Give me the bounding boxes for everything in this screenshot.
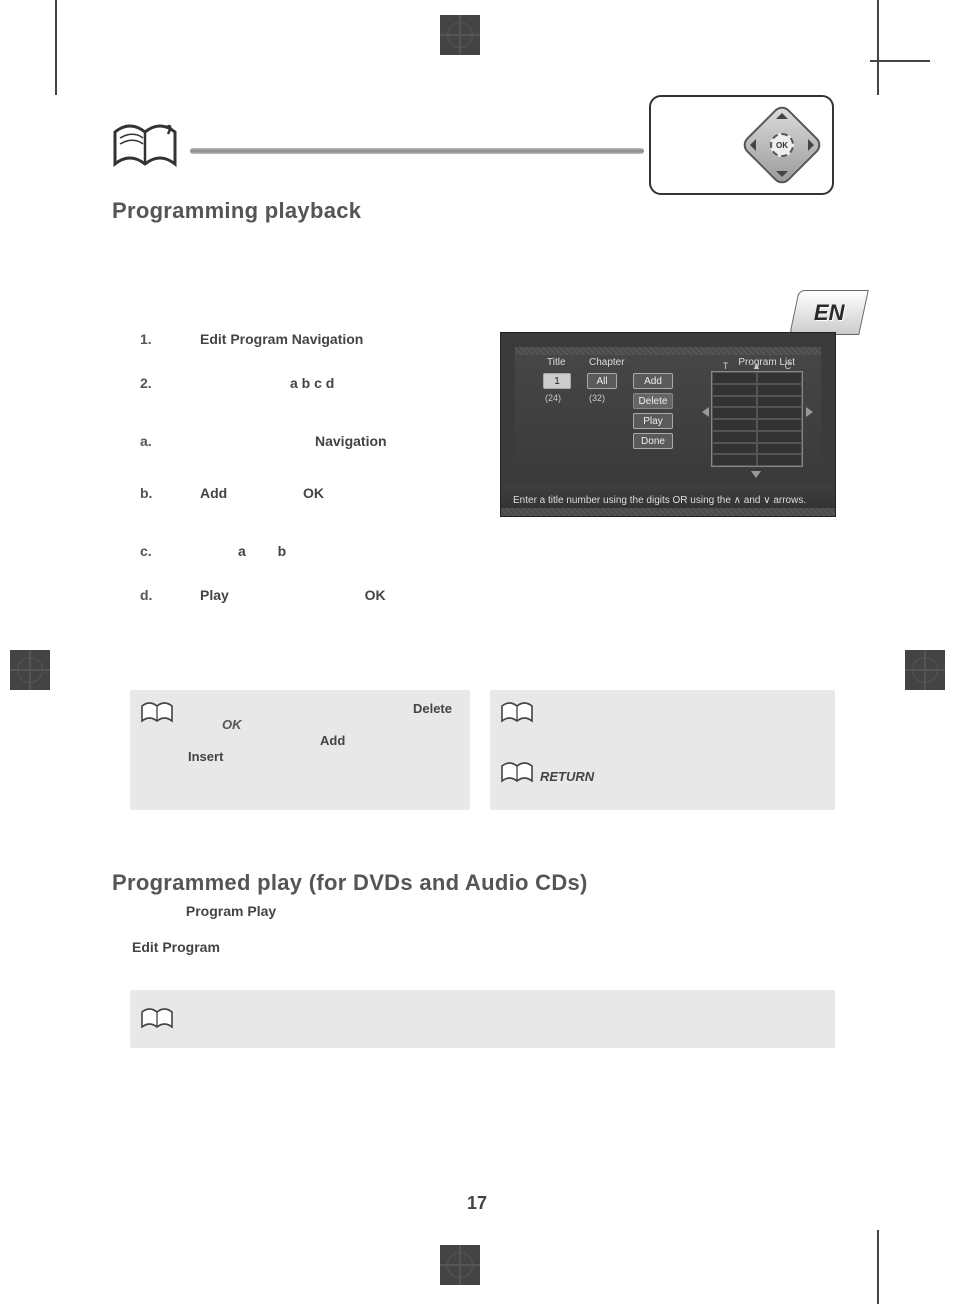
body-paragraph: Program Play: [132, 902, 832, 921]
osd-column-header: Chapter: [589, 357, 625, 368]
osd-footer-hint: Enter a title number using the digits OR…: [501, 484, 835, 516]
step-text: Edit Program: [200, 331, 288, 347]
open-book-icon: [140, 700, 174, 726]
open-book-icon: [500, 760, 534, 786]
osd-count: (32): [589, 393, 605, 403]
step-text: a: [238, 543, 246, 559]
osd-count: (24): [545, 393, 561, 403]
crop-mark: [55, 0, 57, 95]
open-book-icon: [140, 1006, 174, 1032]
osd-program-grid: [711, 371, 803, 467]
osd-arrow-left-icon: [702, 407, 709, 417]
language-tab: EN: [789, 290, 869, 335]
language-tab-label: EN: [814, 300, 845, 326]
step-number: a.: [140, 432, 166, 451]
osd-done-button: Done: [633, 433, 673, 449]
step-text: Play: [200, 587, 229, 603]
osd-chapter-value: All: [587, 373, 617, 389]
note-text: Add: [320, 732, 345, 751]
page-number: 17: [0, 1193, 954, 1214]
step-text: a b c d: [290, 375, 334, 391]
registration-mark-icon: [10, 650, 50, 690]
remote-illustration: OK: [649, 95, 834, 195]
osd-delete-button: Delete: [633, 393, 673, 409]
registration-mark-icon: [905, 650, 945, 690]
note-box: RETURN: [490, 690, 835, 810]
registration-mark-icon: [440, 15, 480, 55]
note-text: Delete: [413, 700, 452, 719]
osd-grid-header-c: C: [785, 361, 792, 371]
osd-title-value: 1: [543, 373, 571, 389]
crop-mark: [870, 60, 930, 62]
open-book-icon: [500, 700, 534, 726]
step-number: c.: [140, 542, 166, 561]
dpad-ok-label: OK: [770, 133, 794, 157]
steps-list: 1. Edit Program Navigation 2. a b c d a.…: [140, 330, 480, 630]
step-text: b: [278, 543, 287, 559]
step-text: Navigation: [315, 433, 387, 449]
term: Edit Program: [132, 939, 220, 955]
step-number: b.: [140, 484, 166, 503]
step-number: 2.: [140, 374, 166, 393]
step-text: Add: [200, 485, 227, 501]
note-text: OK: [222, 716, 242, 735]
note-text: RETURN: [540, 768, 594, 787]
registration-mark-icon: [440, 1245, 480, 1285]
term: Program Play: [186, 903, 276, 919]
osd-add-button: Add: [633, 373, 673, 389]
step-number: d.: [140, 586, 166, 605]
osd-arrow-right-icon: [806, 407, 813, 417]
osd-column-header: Title: [547, 357, 566, 368]
crop-mark: [877, 0, 879, 95]
step-text: Navigation: [292, 331, 364, 347]
dpad-icon: OK: [740, 103, 824, 187]
section-title: Programming playback: [112, 198, 361, 224]
step-text: OK: [365, 587, 386, 603]
crop-mark: [877, 1230, 879, 1304]
banner-divider: [190, 148, 644, 154]
note-box: [130, 990, 835, 1048]
note-text: Insert: [188, 748, 223, 767]
step-number: 1.: [140, 330, 166, 349]
page-banner: OK: [110, 120, 834, 190]
osd-play-button: Play: [633, 413, 673, 429]
body-paragraph: Edit Program: [132, 938, 832, 957]
open-book-icon: [110, 120, 180, 175]
osd-arrow-down-icon: [751, 471, 761, 478]
step-text: OK: [303, 485, 324, 501]
osd-grid-header: T ▲ C: [711, 361, 803, 371]
section-title: Programmed play (for DVDs and Audio CDs): [112, 870, 588, 896]
note-box: Delete OK Add Insert: [130, 690, 470, 810]
onscreen-display-screenshot: Title Chapter Program List 1 All Add Del…: [500, 332, 836, 517]
osd-grid-header-t: T: [723, 361, 729, 371]
